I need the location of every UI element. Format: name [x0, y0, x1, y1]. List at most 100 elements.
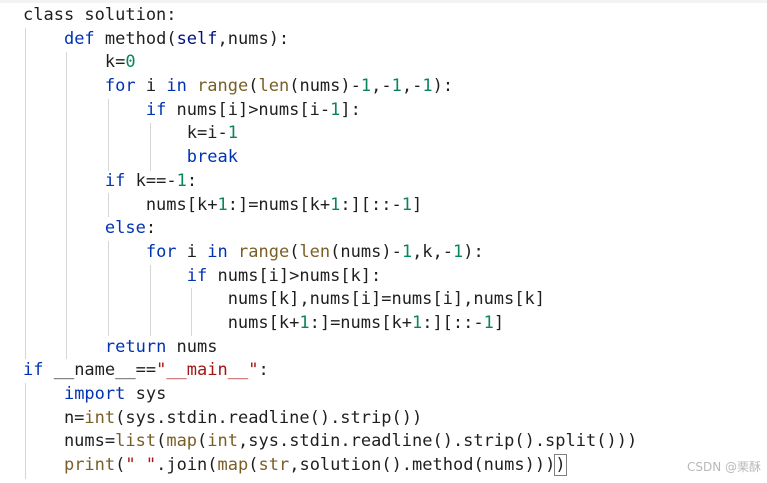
code-token: range: [197, 76, 249, 97]
code-token: " ": [125, 455, 157, 476]
code-token: if: [145, 99, 167, 120]
code-line-20[interactable]: print(" ".join(map(str,solution().method…: [23, 454, 637, 478]
code-editor[interactable]: class solution: def method(self,nums): k…: [0, 0, 767, 483]
bracket-match-highlight: ): [554, 454, 567, 477]
code-line-4[interactable]: for i in range(len(nums)-1,-1,-1):: [23, 75, 637, 99]
code-token: nums: [166, 336, 218, 357]
code-token: len: [258, 76, 290, 97]
code-token: :: [258, 360, 269, 381]
code-token: 1: [401, 194, 412, 215]
code-token: ,nums):: [217, 28, 290, 49]
code-token: 1: [411, 312, 423, 333]
code-token: nums=: [23, 431, 116, 452]
code-line-13[interactable]: nums[k],nums[i]=nums[i],nums[k]: [23, 288, 637, 312]
code-token: ):: [432, 76, 454, 97]
code-line-19[interactable]: nums=list(map(int,sys.stdin.readline().s…: [23, 430, 637, 454]
code-token: import: [63, 384, 126, 404]
code-token: (nums)-: [330, 241, 402, 262]
code-token: map: [166, 431, 198, 452]
code-token: int: [84, 407, 116, 428]
code-token: i: [176, 241, 208, 262]
code-token: print: [63, 455, 116, 476]
code-token: return: [104, 336, 167, 357]
code-token: method(: [94, 28, 177, 49]
code-line-12[interactable]: if nums[i]>nums[k]:: [23, 265, 637, 289]
code-line-8[interactable]: if k==-1:: [23, 170, 637, 194]
code-token: nums[i]>nums[i-: [166, 99, 331, 120]
code-line-17[interactable]: import sys: [23, 383, 637, 407]
code-token: break: [186, 147, 238, 168]
code-line-11[interactable]: for i in range(len(nums)-1,k,-1):: [23, 241, 637, 265]
code-token: for: [145, 241, 177, 262]
code-token: len: [299, 241, 331, 262]
code-token: :]=nums[k+: [309, 312, 412, 333]
code-token: str: [258, 455, 290, 476]
code-token: (sys.stdin.readline().strip()): [115, 407, 423, 428]
watermark: CSDN @栗酥: [686, 460, 761, 474]
code-line-18[interactable]: n=int(sys.stdin.readline().strip()): [23, 407, 637, 431]
code-token: 1: [360, 76, 372, 97]
code-line-14[interactable]: nums[k+1:]=nums[k+1:][::-1]: [23, 312, 637, 336]
code-token: 1: [330, 194, 341, 215]
code-token: 1: [422, 76, 433, 97]
code-line-7[interactable]: break: [23, 146, 637, 170]
code-token: :][::-: [340, 194, 402, 215]
code-token: self: [176, 28, 218, 49]
code-token: map: [217, 455, 249, 476]
code-line-1[interactable]: class solution:: [23, 4, 637, 28]
code-line-3[interactable]: k=0: [23, 51, 637, 75]
code-line-2[interactable]: def method(self,nums):: [23, 28, 637, 52]
code-token: ]: [412, 194, 423, 215]
code-token: n=: [23, 407, 85, 428]
code-token: :: [186, 170, 198, 191]
code-token: list: [115, 431, 157, 452]
code-token: else: [104, 218, 146, 239]
code-token: if: [186, 265, 208, 286]
code-token: ,-: [401, 76, 423, 97]
code-line-5[interactable]: if nums[i]>nums[i-1]:: [23, 99, 637, 123]
code-token: 1: [330, 99, 341, 120]
code-token: k=: [23, 52, 126, 73]
code-line-9[interactable]: nums[k+1:]=nums[k+1:][::-1]: [23, 194, 637, 218]
code-line-16[interactable]: if __name__=="__main__":: [23, 359, 637, 383]
code-token: if: [104, 170, 126, 191]
code-token: .join(: [156, 455, 218, 476]
code-token: (: [248, 76, 259, 97]
code-token: ]:: [340, 99, 361, 120]
code-token: :][::-: [422, 312, 484, 333]
code-token: 1: [483, 312, 494, 333]
code-token: ,k,-: [412, 241, 454, 262]
code-token: ):: [463, 241, 484, 262]
code-token: 1: [453, 241, 464, 262]
code-token: ]: [493, 312, 505, 333]
code-token: (: [248, 455, 259, 476]
code-token: class solution:: [23, 5, 177, 25]
code-token: if: [23, 360, 44, 381]
code-line-6[interactable]: k=i-1: [23, 122, 637, 146]
code-token: (: [289, 241, 300, 262]
code-token: (: [197, 431, 208, 452]
code-token: def: [63, 28, 95, 49]
code-token: 0: [125, 52, 136, 73]
code-area[interactable]: class solution: def method(self,nums): k…: [23, 4, 637, 478]
code-line-10[interactable]: else:: [23, 217, 637, 241]
code-token: (: [156, 431, 167, 452]
code-token: nums[k],nums[i]=nums[i],nums[k]: [23, 289, 545, 310]
code-line-15[interactable]: return nums: [23, 336, 637, 360]
code-token: k==-: [125, 170, 177, 191]
code-token: nums[k+: [23, 312, 300, 333]
code-token: 1: [391, 76, 402, 97]
code-token: range: [238, 241, 290, 262]
code-token: (nums)-: [289, 76, 361, 97]
code-token: :: [145, 218, 157, 239]
code-token: 1: [176, 170, 187, 191]
code-token: ,-: [371, 76, 392, 97]
